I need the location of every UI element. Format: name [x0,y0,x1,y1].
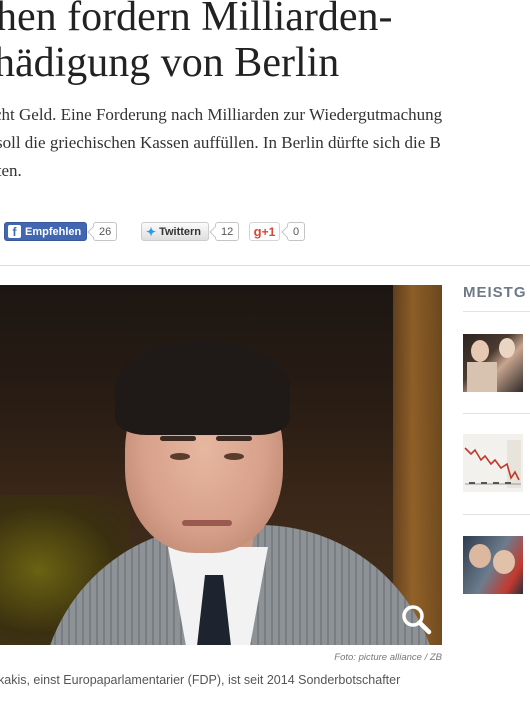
sidebar-thumbnail-3[interactable] [463,536,523,594]
teaser-line-1: cht Geld. Eine Forderung nach Milliarden… [0,105,443,124]
thumbnail-dress [467,362,497,392]
rail-divider [463,311,530,312]
google-plus-icon: g [253,224,262,239]
teaser-line-3: lten. [0,161,22,180]
thumbnail-person [499,338,515,358]
headline-line-1: hen fordern Milliarden- [0,0,393,40]
thumbnail-person [493,550,515,574]
thumbnail-person [471,340,489,362]
twitter-label: Twittern [159,225,202,238]
google-plus-label: +1 [261,224,276,239]
right-eyebrow [216,436,252,441]
left-eye [170,453,190,460]
article-photo[interactable] [0,285,442,645]
google-plus-count: 0 [287,222,306,241]
zoom-magnifier-icon[interactable] [400,603,432,635]
rail-divider [463,514,530,515]
thumbnail-chart-graphic [464,440,521,488]
thumbnail-person [469,544,491,568]
google-plus-button[interactable]: g +1 [249,222,280,241]
most-read-title: MEISTG [463,284,527,301]
right-eye [224,453,244,460]
facebook-recommend-button[interactable]: f Empfehlen [4,222,87,241]
twitter-tweet-button[interactable]: ✦ Twittern [141,222,209,241]
teaser-line-2: soll die griechischen Kassen auffüllen. … [0,133,441,152]
article-teaser: cht Geld. Eine Forderung nach Milliarden… [0,101,530,185]
facebook-icon: f [8,225,21,239]
hair [115,340,290,435]
background-wall [393,285,442,645]
headline-line-2: hädigung von Berlin [0,40,340,86]
facebook-label: Empfehlen [25,225,82,238]
article-headline: hen fordern Milliarden- hädigung von Ber… [0,0,530,86]
twitter-count: 12 [215,222,240,241]
twitter-bird-icon: ✦ [146,224,157,239]
photo-credit: Foto: picture alliance / ZB [334,652,442,663]
section-divider [0,265,530,266]
facebook-count: 26 [93,222,118,241]
left-eyebrow [160,436,196,441]
sidebar-thumbnail-2-chart[interactable] [463,434,523,492]
sidebar-thumbnail-1[interactable] [463,334,523,392]
mouth [182,520,232,526]
rail-divider [463,413,530,414]
photo-caption: kakis, einst Europaparlamentarier (FDP),… [0,673,401,687]
